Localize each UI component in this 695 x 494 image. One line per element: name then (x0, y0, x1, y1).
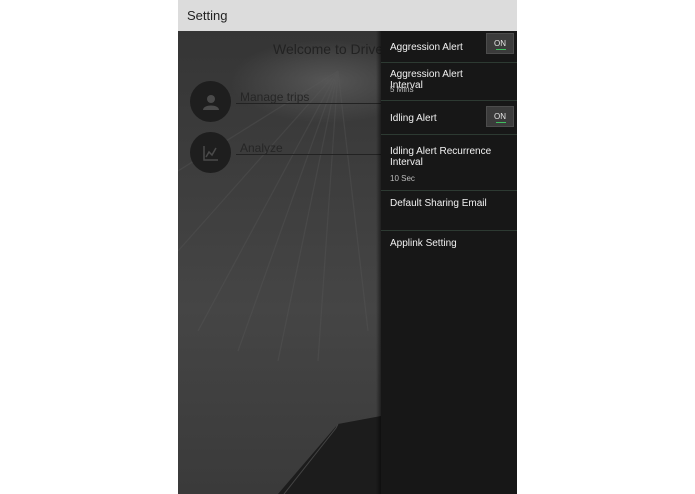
chart-icon (190, 132, 231, 173)
menu-label-analyze: Analyze (240, 141, 283, 155)
setting-label: Idling Alert Recurrence Interval (390, 146, 492, 168)
setting-value: 5 Mins (390, 85, 414, 94)
setting-value: 10 Sec (390, 174, 415, 183)
welcome-text: Welcome to Drive (273, 41, 381, 57)
app-bar: Setting (178, 0, 517, 31)
toggle-indicator (496, 49, 506, 50)
app-bar-title: Setting (187, 8, 228, 23)
idling-alert-toggle[interactable]: ON (486, 106, 514, 127)
settings-drawer: Aggression Alert ON Aggression Alert Int… (381, 31, 517, 494)
setting-idling-alert[interactable]: Idling Alert ON (381, 101, 517, 135)
person-icon (190, 81, 231, 122)
setting-aggression-interval[interactable]: Aggression Alert Interval 5 Mins (381, 63, 517, 101)
menu-label-manage-trips: Manage trips (240, 90, 310, 104)
toggle-state: ON (494, 112, 506, 121)
setting-label: Applink Setting (390, 238, 457, 249)
setting-aggression-alert[interactable]: Aggression Alert ON (381, 31, 517, 63)
toggle-indicator (496, 122, 506, 123)
menu-item-manage-trips[interactable]: Manage trips (190, 81, 381, 123)
setting-label: Idling Alert (390, 113, 437, 124)
setting-label: Aggression Alert (390, 42, 463, 53)
setting-applink[interactable]: Applink Setting (381, 231, 517, 259)
menu-item-analyze[interactable]: Analyze (190, 132, 381, 174)
aggression-alert-toggle[interactable]: ON (486, 33, 514, 54)
toggle-state: ON (494, 39, 506, 48)
home-screen: Welcome to Drive Manage trips Analyze (178, 31, 381, 494)
setting-label: Default Sharing Email (390, 198, 487, 209)
divider (236, 103, 381, 104)
setting-sharing-email[interactable]: Default Sharing Email (381, 191, 517, 231)
divider (236, 154, 381, 155)
road-image (278, 416, 381, 494)
setting-idling-interval[interactable]: Idling Alert Recurrence Interval 10 Sec (381, 135, 517, 191)
